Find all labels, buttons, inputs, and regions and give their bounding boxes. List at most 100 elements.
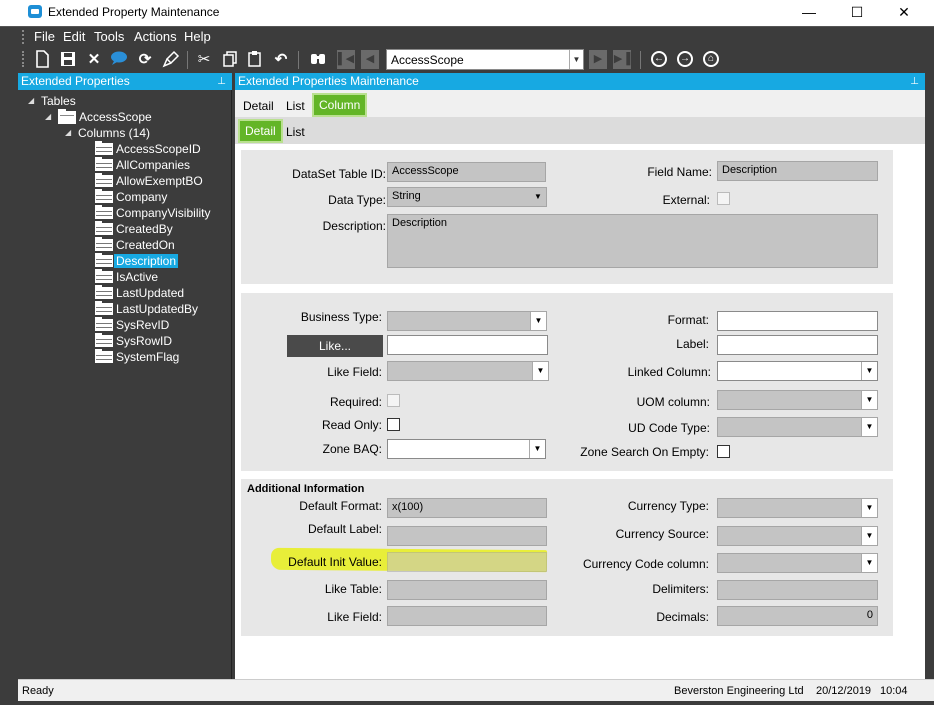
tree-column-label: AllCompanies bbox=[116, 158, 191, 172]
currency-code-column-select[interactable]: ▼ bbox=[717, 553, 878, 573]
next-record-icon[interactable]: ▶ bbox=[589, 50, 607, 69]
paste-icon[interactable] bbox=[245, 50, 265, 70]
chevron-down-icon[interactable]: ▼ bbox=[530, 312, 546, 330]
left-panel-title: Extended Properties bbox=[21, 74, 130, 88]
first-record-icon[interactable]: ▌◀ bbox=[337, 50, 355, 69]
format-input[interactable] bbox=[717, 311, 878, 331]
pin-icon[interactable]: ⊥ bbox=[910, 73, 919, 90]
collapse-arrow-icon[interactable]: ◢ bbox=[28, 96, 34, 105]
chevron-down-icon[interactable]: ▼ bbox=[861, 527, 877, 545]
currency-type-label: Currency Type: bbox=[627, 499, 709, 513]
column-icon bbox=[95, 205, 113, 219]
undo-icon[interactable]: ↶ bbox=[271, 50, 291, 70]
column-icon bbox=[95, 157, 113, 171]
close-button[interactable]: ✕ bbox=[881, 0, 927, 24]
binoculars-icon[interactable] bbox=[308, 50, 328, 70]
dataset-table-id-field[interactable]: AccessScope bbox=[387, 162, 546, 182]
decimals-field[interactable]: 0 bbox=[717, 606, 878, 626]
zone-search-checkbox[interactable] bbox=[717, 445, 730, 458]
maximize-button[interactable]: ☐ bbox=[834, 0, 880, 24]
tree-column-label: CreatedBy bbox=[116, 222, 173, 236]
currency-source-label: Currency Source: bbox=[615, 527, 709, 541]
required-checkbox[interactable] bbox=[387, 394, 400, 407]
column-icon bbox=[95, 317, 113, 331]
chevron-down-icon[interactable]: ▼ bbox=[861, 499, 877, 517]
currency-type-select[interactable]: ▼ bbox=[717, 498, 878, 518]
menu-file[interactable]: File bbox=[34, 29, 55, 44]
field-name-field[interactable]: Description bbox=[717, 161, 878, 181]
zone-baq-select[interactable]: ▼ bbox=[387, 439, 546, 459]
default-label-field[interactable] bbox=[387, 526, 547, 546]
default-init-value-field[interactable] bbox=[387, 552, 547, 572]
tree-column-label: CreatedOn bbox=[116, 238, 175, 252]
right-panel-header: Extended Properties Maintenance ⊥ bbox=[235, 73, 925, 90]
label-input[interactable] bbox=[717, 335, 878, 355]
tab-inner-list[interactable]: List bbox=[286, 125, 305, 139]
previous-record-icon[interactable]: ◀ bbox=[361, 50, 379, 69]
data-type-select[interactable]: String ▼ bbox=[387, 187, 547, 207]
like-field2-label: Like Field: bbox=[327, 610, 382, 624]
tab-detail[interactable]: Detail bbox=[243, 99, 274, 113]
read-only-checkbox[interactable] bbox=[387, 418, 400, 431]
like-input[interactable] bbox=[387, 335, 548, 355]
grip-icon bbox=[22, 51, 26, 67]
like-field-select[interactable]: ▼ bbox=[387, 361, 549, 381]
toolbar-separator bbox=[298, 51, 299, 69]
chevron-down-icon[interactable]: ▼ bbox=[861, 418, 877, 436]
home-icon[interactable]: ⌂ bbox=[703, 51, 719, 67]
uom-column-select[interactable]: ▼ bbox=[717, 390, 878, 410]
menu-help[interactable]: Help bbox=[184, 29, 211, 44]
tree-column-label: LastUpdated bbox=[116, 286, 185, 300]
back-icon[interactable]: ← bbox=[651, 51, 667, 67]
cut-icon[interactable]: ✂ bbox=[194, 50, 214, 70]
chevron-down-icon[interactable]: ▼ bbox=[861, 554, 877, 572]
like-field2-field[interactable] bbox=[387, 606, 547, 626]
ud-code-type-select[interactable]: ▼ bbox=[717, 417, 878, 437]
chevron-down-icon[interactable]: ▼ bbox=[861, 391, 877, 409]
last-record-icon[interactable]: ▶▐ bbox=[613, 50, 631, 69]
chevron-down-icon[interactable]: ▼ bbox=[861, 362, 877, 380]
chevron-down-icon[interactable]: ▼ bbox=[569, 50, 583, 69]
linked-column-select[interactable]: ▼ bbox=[717, 361, 878, 381]
chevron-down-icon[interactable]: ▼ bbox=[529, 440, 545, 458]
status-bar: Ready Beverston Engineering Ltd 20/12/20… bbox=[18, 679, 934, 701]
minimize-button[interactable]: — bbox=[786, 0, 832, 24]
tab-inner-detail[interactable]: Detail bbox=[238, 119, 283, 143]
form-content: DataSet Table ID: AccessScope Field Name… bbox=[235, 144, 925, 679]
default-init-value-label: Default Init Value: bbox=[288, 555, 382, 569]
ud-code-type-label: UD Code Type: bbox=[628, 421, 710, 435]
external-checkbox[interactable] bbox=[717, 192, 730, 205]
like-table-field[interactable] bbox=[387, 580, 547, 600]
tree-column-label: Company bbox=[116, 190, 168, 204]
required-label: Required: bbox=[329, 395, 382, 409]
refresh-icon[interactable]: ⟳ bbox=[135, 50, 155, 70]
app-icon bbox=[28, 5, 42, 18]
forward-icon[interactable]: → bbox=[677, 51, 693, 67]
pin-icon[interactable]: ⊥ bbox=[217, 73, 226, 90]
collapse-arrow-icon[interactable]: ◢ bbox=[45, 112, 51, 121]
left-panel-header: Extended Properties ⊥ bbox=[18, 73, 232, 90]
menu-edit[interactable]: Edit bbox=[63, 29, 85, 44]
dataset-table-id-label: DataSet Table ID: bbox=[292, 167, 386, 181]
chevron-down-icon[interactable]: ▼ bbox=[532, 362, 548, 380]
chevron-down-icon[interactable]: ▼ bbox=[530, 188, 546, 206]
column-icon bbox=[95, 333, 113, 347]
delimiters-field[interactable] bbox=[717, 580, 878, 600]
business-type-select[interactable]: ▼ bbox=[387, 311, 547, 331]
save-icon[interactable] bbox=[58, 50, 78, 70]
like-button[interactable]: Like... bbox=[287, 335, 383, 357]
description-field[interactable]: Description bbox=[387, 214, 878, 268]
new-icon[interactable] bbox=[32, 50, 52, 70]
menu-tools[interactable]: Tools bbox=[94, 29, 124, 44]
menu-actions[interactable]: Actions bbox=[134, 29, 177, 44]
copy-icon[interactable] bbox=[220, 50, 240, 70]
tab-list[interactable]: List bbox=[286, 99, 305, 113]
tab-column[interactable]: Column bbox=[312, 93, 368, 117]
delete-icon[interactable]: ✕ bbox=[84, 50, 104, 70]
record-combo[interactable]: AccessScope ▼ bbox=[386, 49, 584, 70]
default-format-field[interactable]: x(100) bbox=[387, 498, 547, 518]
currency-source-select[interactable]: ▼ bbox=[717, 526, 878, 546]
comment-icon[interactable] bbox=[109, 50, 129, 70]
clear-icon[interactable] bbox=[161, 50, 181, 70]
collapse-arrow-icon[interactable]: ◢ bbox=[65, 128, 71, 137]
